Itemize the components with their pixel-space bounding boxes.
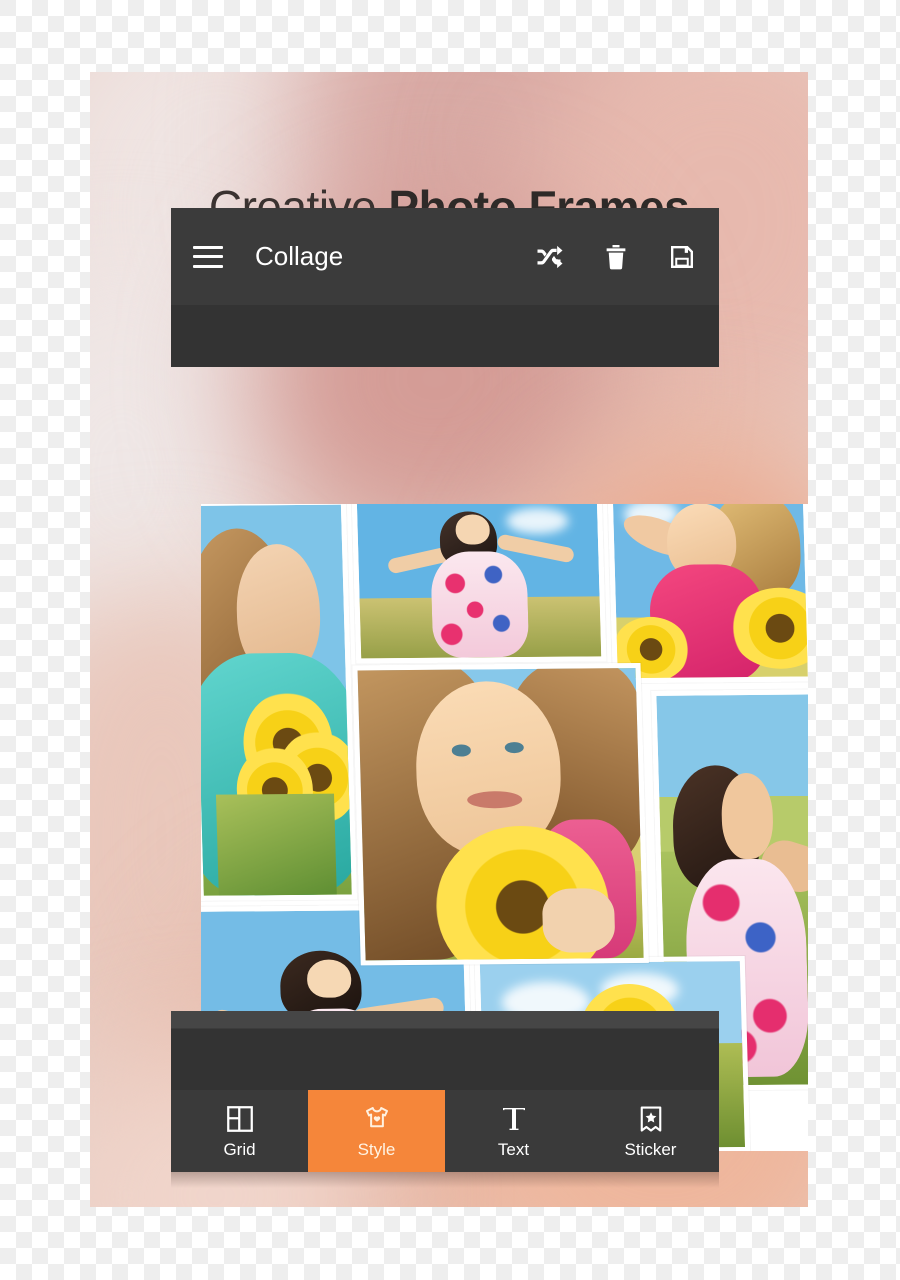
bottom-tool-panel — [171, 1011, 719, 1090]
tshirt-heart-icon — [362, 1104, 392, 1134]
app-bar-subpanel — [171, 305, 719, 367]
tab-sticker[interactable]: Sticker — [582, 1090, 719, 1172]
app-bar-actions — [535, 242, 697, 272]
collage-photo-2[interactable] — [351, 504, 607, 664]
tab-grid[interactable]: Grid — [171, 1090, 308, 1172]
collage-photo-4[interactable] — [352, 662, 649, 966]
shuffle-icon[interactable] — [535, 242, 565, 272]
app-bar-title: Collage — [255, 241, 344, 271]
bookmark-star-icon — [636, 1104, 666, 1134]
floppy-disk-icon[interactable] — [667, 242, 697, 272]
hamburger-menu-icon[interactable] — [193, 245, 223, 268]
tab-text[interactable]: Text — [445, 1090, 582, 1172]
text-t-icon — [499, 1104, 529, 1134]
bottom-tab-bar: Grid Style Text Sticker — [171, 1090, 719, 1172]
tab-style-label: Style — [357, 1140, 396, 1159]
trash-icon[interactable] — [601, 242, 631, 272]
app-screenshot: Collage Grid Style Text Sticker — [171, 208, 808, 1207]
tab-style[interactable]: Style — [308, 1090, 445, 1172]
grid-layout-icon — [225, 1104, 255, 1134]
tab-grid-label: Grid — [223, 1140, 256, 1159]
collage-photo-1[interactable] — [201, 504, 357, 901]
tab-text-label: Text — [497, 1140, 530, 1159]
app-bar: Collage — [171, 208, 719, 305]
promo-card: Creative Photo Frames Collage Grid Style… — [90, 72, 808, 1207]
collage-photo-3[interactable] — [607, 504, 808, 684]
tab-sticker-label: Sticker — [624, 1140, 677, 1159]
tab-bar-shadow — [171, 1172, 719, 1188]
